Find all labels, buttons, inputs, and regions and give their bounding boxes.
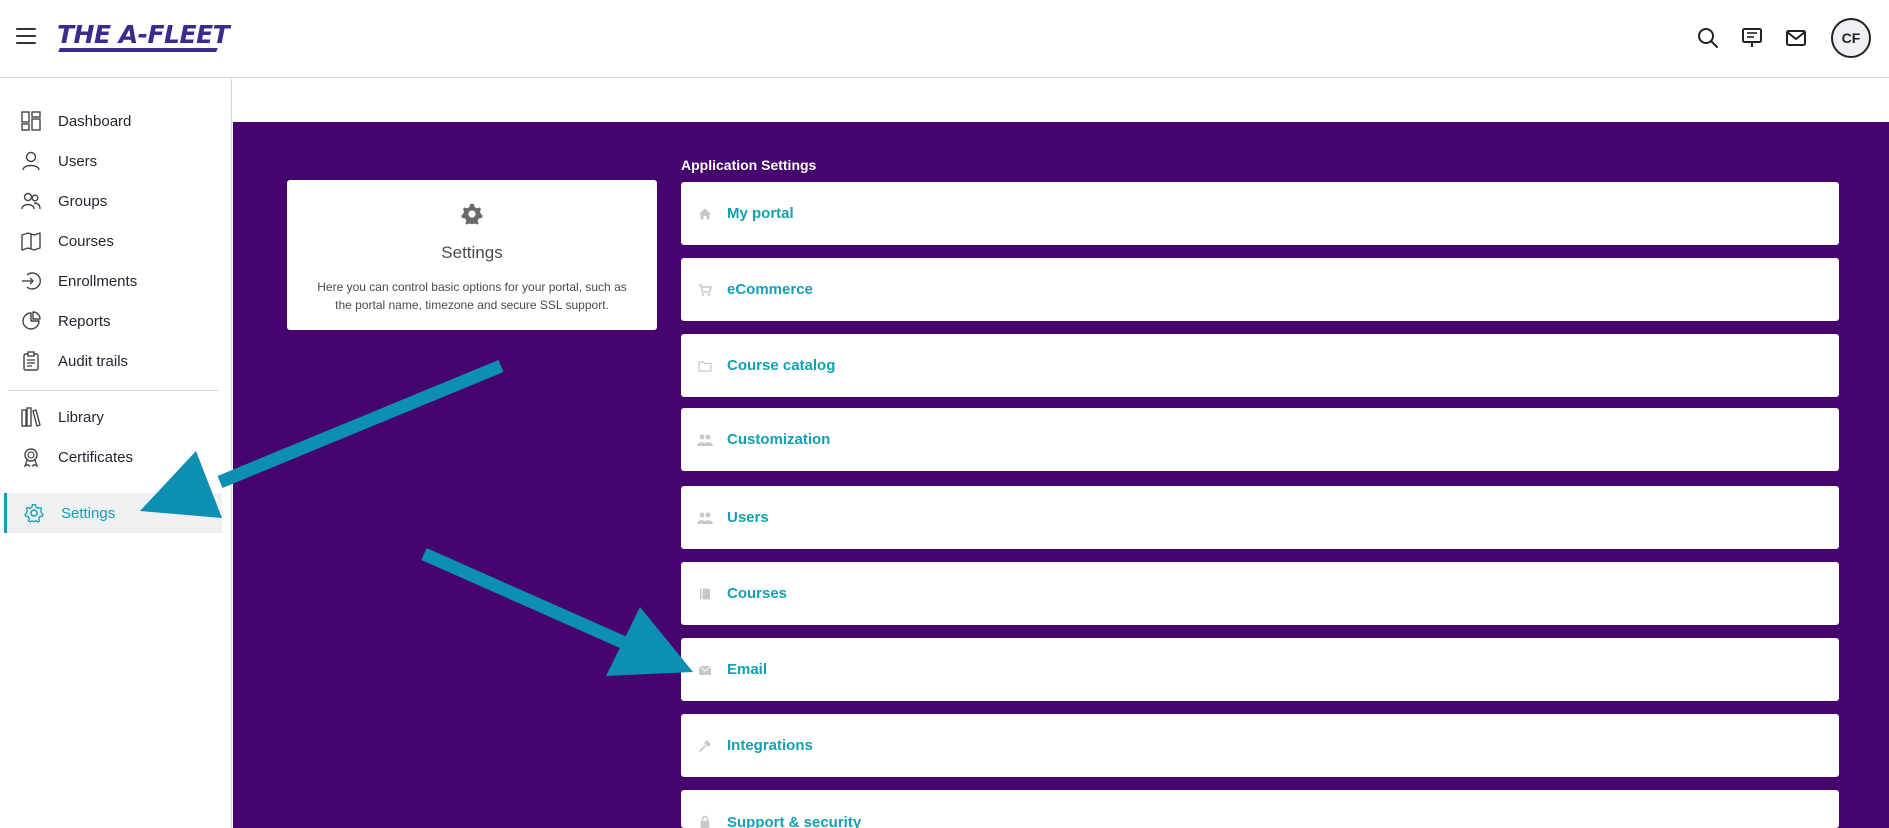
sidebar-item-groups[interactable]: Groups (4, 181, 222, 221)
app-setting-ecommerce[interactable]: eCommerce (681, 258, 1839, 321)
envelope-icon (697, 662, 713, 678)
app-setting-label: Email (727, 661, 768, 678)
app-setting-label: eCommerce (727, 281, 813, 298)
sidebar-item-label: Certificates (58, 448, 134, 466)
library-icon (19, 405, 43, 429)
app-setting-label: My portal (727, 205, 794, 222)
sidebar-item-audit-trails[interactable]: Audit trails (4, 341, 222, 381)
sidebar-item-settings[interactable]: Settings (4, 493, 222, 533)
users-icon (697, 510, 713, 526)
presentation-icon[interactable] (1739, 25, 1765, 51)
app-setting-label: Support & security (727, 814, 862, 828)
application-settings-heading: Application Settings (681, 157, 817, 173)
app-setting-label: Courses (727, 585, 788, 602)
main-header-strip (233, 79, 1889, 122)
app-setting-label: Users (727, 509, 769, 526)
plug-icon (697, 738, 713, 754)
home-icon (697, 206, 713, 222)
enroll-icon (19, 269, 43, 293)
clipboard-icon (19, 349, 43, 373)
sidebar-item-label: Reports (58, 312, 111, 330)
sidebar-item-label: Settings (61, 504, 116, 522)
folder-icon (697, 358, 713, 374)
groups-icon (19, 189, 43, 213)
sidebar-item-dashboard[interactable]: Dashboard (4, 101, 222, 141)
sidebar-divider (8, 390, 218, 391)
menu-icon[interactable] (16, 28, 36, 46)
sidebar-item-library[interactable]: Library (4, 397, 222, 437)
sidebar-item-users[interactable]: Users (4, 141, 222, 181)
app-setting-my-portal[interactable]: My portal (681, 182, 1839, 245)
user-icon (19, 149, 43, 173)
settings-info-card: Settings Here you can control basic opti… (287, 180, 657, 330)
pie-chart-icon (19, 309, 43, 333)
sidebar-item-label: Groups (58, 192, 108, 210)
gear-icon (22, 501, 46, 525)
search-icon[interactable] (1695, 25, 1721, 51)
app-setting-label: Course catalog (727, 357, 836, 374)
app-setting-courses[interactable]: Courses (681, 562, 1839, 625)
logo[interactable]: THE A-FLEET (57, 20, 230, 49)
dashboard-icon (19, 109, 43, 133)
sidebar-item-label: Courses (58, 232, 114, 250)
sidebar-item-label: Audit trails (58, 352, 129, 370)
sidebar-item-label: Dashboard (58, 112, 132, 130)
book-icon (697, 586, 713, 602)
users-icon (697, 432, 713, 448)
sidebar-item-courses[interactable]: Courses (4, 221, 222, 261)
app-setting-integrations[interactable]: Integrations (681, 714, 1839, 777)
sidebar-item-certificates[interactable]: Certificates (4, 437, 222, 477)
avatar[interactable]: CF (1831, 18, 1871, 58)
award-icon (19, 445, 43, 469)
mail-icon[interactable] (1783, 25, 1809, 51)
sidebar-item-label: Library (58, 408, 104, 426)
app-setting-email[interactable]: Email (681, 638, 1839, 701)
settings-card-title: Settings (441, 243, 503, 262)
sidebar: Dashboard Users Groups Courses Enrollmen… (0, 79, 232, 828)
app-setting-course-catalog[interactable]: Course catalog (681, 334, 1839, 397)
app-setting-support-security[interactable]: Support & security (681, 790, 1839, 828)
logo-underline (58, 48, 218, 52)
cart-icon (697, 282, 713, 298)
app-setting-customization[interactable]: Customization (681, 408, 1839, 471)
book-icon (19, 229, 43, 253)
settings-card-description: Here you can control basic options for y… (317, 280, 627, 312)
sidebar-item-label: Enrollments (58, 272, 138, 290)
sidebar-item-reports[interactable]: Reports (4, 301, 222, 341)
sidebar-item-enrollments[interactable]: Enrollments (4, 261, 222, 301)
top-icons: CF (1695, 18, 1871, 58)
app-setting-users[interactable]: Users (681, 486, 1839, 549)
app-setting-label: Customization (727, 431, 831, 448)
app-setting-label: Integrations (727, 737, 813, 754)
sidebar-item-label: Users (58, 152, 98, 170)
lock-icon (697, 814, 713, 828)
top-bar: THE A-FLEET CF (0, 0, 1889, 78)
gear-icon (460, 202, 484, 231)
